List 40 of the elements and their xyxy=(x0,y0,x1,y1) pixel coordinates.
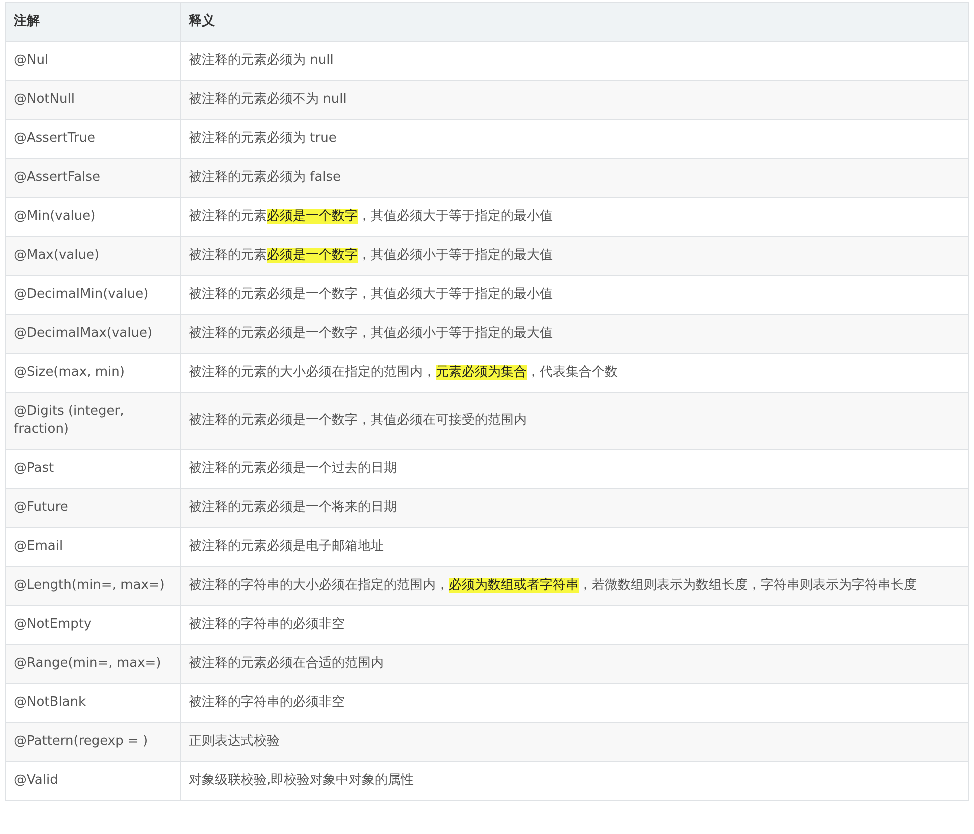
meaning-cell: 被注释的元素必须是一个数字，其值必须大于等于指定的最小值 xyxy=(180,198,968,236)
annotation-cell: @Future xyxy=(6,488,180,528)
meaning-cell: 被注释的元素必须在合适的范围内 xyxy=(180,644,968,684)
annotation-cell: @Past xyxy=(6,450,180,488)
meaning-cell: 被注释的元素必须为 true xyxy=(180,120,968,158)
annotation-cell: @Digits (integer, fraction) xyxy=(6,392,180,450)
meaning-cell: 被注释的元素必须是一个数字，其值必须在可接受的范围内 xyxy=(180,392,968,450)
meaning-cell: 被注释的字符串的必须非空 xyxy=(180,606,968,644)
annotation-cell: @Nul xyxy=(6,42,180,80)
annotation-cell: @AssertFalse xyxy=(6,158,180,198)
meaning-cell: 被注释的元素必须是一个数字，其值必须大于等于指定的最小值 xyxy=(180,276,968,314)
annotation-cell: @Pattern(regexp = ) xyxy=(6,722,180,762)
annotation-cell: @Max(value) xyxy=(6,236,180,276)
annotation-cell: @NotEmpty xyxy=(6,606,180,644)
annotation-cell: @Email xyxy=(6,528,180,566)
annotation-cell: @Length(min=, max=) xyxy=(6,566,180,606)
meaning-cell: 被注释的元素必须是一个过去的日期 xyxy=(180,450,968,488)
meaning-cell: 被注释的元素必须不为 null xyxy=(180,80,968,120)
annotation-cell: @Size(max, min) xyxy=(6,354,180,392)
meaning-cell: 被注释的字符串的大小必须在指定的范围内，必须为数组或者字符串，若微数组则表示为数组长度，字符串则表示为字符串长度 xyxy=(180,566,968,606)
meaning-cell: 被注释的元素必须是电子邮箱地址 xyxy=(180,528,968,566)
annotation-cell: @DecimalMin(value) xyxy=(6,276,180,314)
column-header: 释义 xyxy=(180,2,968,42)
annotation-cell: @NotBlank xyxy=(6,684,180,722)
meaning-cell: 被注释的元素必须为 false xyxy=(180,158,968,198)
meaning-cell: 正则表达式校验 xyxy=(180,722,968,762)
meaning-cell: 对象级联校验,即校验对象中对象的属性 xyxy=(180,762,968,800)
column-header: 注解 xyxy=(6,2,180,42)
meaning-cell: 被注释的元素必须为 null xyxy=(180,42,968,80)
meaning-cell: 被注释的字符串的必须非空 xyxy=(180,684,968,722)
meaning-cell: 被注释的元素必须是一个将来的日期 xyxy=(180,488,968,528)
annotation-cell: @Range(min=, max=) xyxy=(6,644,180,684)
annotation-cell: @Min(value) xyxy=(6,198,180,236)
meaning-cell: 被注释的元素的大小必须在指定的范围内，元素必须为集合，代表集合个数 xyxy=(180,354,968,392)
annotation-cell: @AssertTrue xyxy=(6,120,180,158)
meaning-cell: 被注释的元素必须是一个数字，其值必须小于等于指定的最大值 xyxy=(180,236,968,276)
meaning-cell: 被注释的元素必须是一个数字，其值必须小于等于指定的最大值 xyxy=(180,314,968,354)
annotation-cell: @NotNull xyxy=(6,80,180,120)
annotation-cell: @DecimalMax(value) xyxy=(6,314,180,354)
annotation-cell: @Valid xyxy=(6,762,180,800)
